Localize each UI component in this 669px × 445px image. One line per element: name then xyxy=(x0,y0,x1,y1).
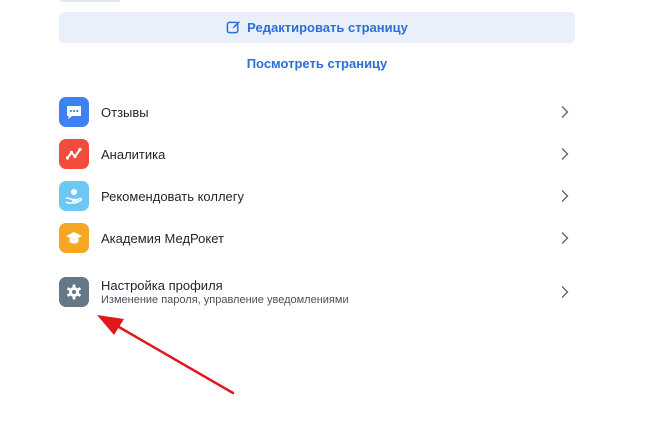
menu-item-label: Настройка профиля xyxy=(101,277,223,293)
menu-item-recommend-colleague[interactable]: Рекомендовать коллегу xyxy=(59,179,579,213)
menu-item-text: Отзывы xyxy=(101,105,560,120)
graduation-cap-icon xyxy=(59,223,89,253)
menu-item-academy[interactable]: Академия МедРокет xyxy=(59,221,579,255)
chevron-right-icon xyxy=(561,286,569,298)
view-page-link[interactable]: Посмотреть страницу xyxy=(59,56,575,71)
menu-item-text: Академия МедРокет xyxy=(101,231,560,246)
menu-item-label: Академия МедРокет xyxy=(101,230,224,246)
menu-item-sublabel: Изменение пароля, управление уведомления… xyxy=(101,293,349,306)
gear-icon xyxy=(59,277,89,307)
analytics-icon xyxy=(59,139,89,169)
menu-item-profile-settings[interactable]: Настройка профиля Изменение пароля, упра… xyxy=(59,275,579,309)
chevron-right-icon xyxy=(561,148,569,160)
menu-item-analytics[interactable]: Аналитика xyxy=(59,137,579,171)
edit-icon xyxy=(226,21,241,34)
menu-item-label: Рекомендовать коллегу xyxy=(101,188,245,204)
menu-item-label: Отзывы xyxy=(101,104,149,120)
menu-item-text: Настройка профиля Изменение пароля, упра… xyxy=(101,278,560,307)
menu-item-label: Аналитика xyxy=(101,146,166,162)
menu-item-text: Рекомендовать коллегу xyxy=(101,189,560,204)
menu-item-reviews[interactable]: Отзывы xyxy=(59,95,579,129)
menu-item-text: Аналитика xyxy=(101,147,560,162)
chat-bubble-icon xyxy=(59,97,89,127)
top-divider xyxy=(60,0,120,2)
chevron-right-icon xyxy=(561,190,569,202)
edit-page-label: Редактировать страницу xyxy=(247,20,408,35)
recommend-icon xyxy=(59,181,89,211)
chevron-right-icon xyxy=(561,232,569,244)
chevron-right-icon xyxy=(561,106,569,118)
edit-page-button[interactable]: Редактировать страницу xyxy=(59,12,575,43)
